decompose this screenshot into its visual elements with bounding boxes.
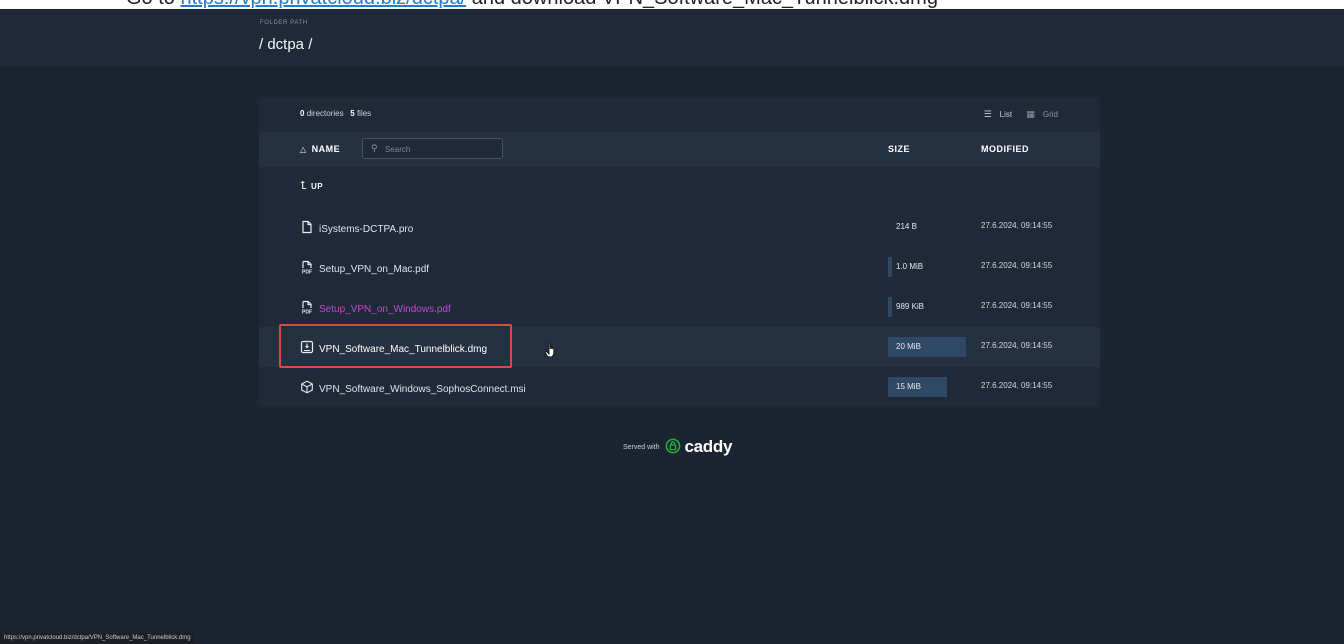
file-modified: 27.6.2024, 09:14:55	[981, 341, 1053, 350]
instruction-prefix: Go to	[126, 0, 180, 9]
file-modified: 27.6.2024, 09:14:55	[981, 261, 1053, 270]
pdf-icon: PDF	[300, 260, 316, 274]
size-text: 214 B	[896, 222, 917, 231]
status-bar-url: https://vpn.privatcloud.biz/dctpa/VPN_So…	[0, 633, 195, 644]
instruction-strip: Go to https://vpn.privatcloud.biz/dctpa/…	[0, 0, 1344, 9]
caddy-brand[interactable]: caddy	[684, 437, 732, 456]
grid-view-button[interactable]: ▦ Grid	[1020, 109, 1058, 119]
pdf-icon: PDF	[300, 300, 316, 314]
instruction-link[interactable]: https://vpn.privatcloud.biz/dctpa/	[180, 0, 466, 9]
file-modified: 27.6.2024, 09:14:55	[981, 301, 1053, 310]
instruction-suffix: and download VPN_Software_Mac_Tunnelblic…	[466, 0, 938, 9]
file-name: Setup_VPN_on_Windows.pdf	[319, 304, 451, 315]
page-header: FOLDER PATH / dctpa /	[0, 9, 1344, 67]
table-row[interactable]: PDF Setup_VPN_on_Windows.pdf 989 KiB 27.6.2…	[259, 287, 1100, 327]
grid-icon: ▦	[1026, 109, 1035, 119]
file-icon	[300, 220, 316, 234]
name-column-label: NAME	[311, 144, 341, 154]
folder-path-label: FOLDER PATH	[260, 20, 308, 26]
sort-ascending-icon: △	[300, 145, 307, 154]
folder-path[interactable]: / dctpa /	[259, 36, 312, 53]
dir-label: directories	[306, 109, 344, 118]
size-bar	[888, 297, 892, 317]
modified-column-header[interactable]: MODIFIED	[981, 144, 1029, 154]
file-name: iSystems-DCTPA.pro	[319, 224, 414, 235]
dir-count: 0	[300, 109, 305, 118]
file-size: 15 MiB	[888, 377, 966, 397]
listing-meta: 0 directories 5 files ☰ List ▦ Grid	[259, 97, 1100, 132]
size-bar	[888, 257, 892, 277]
file-name: Setup_VPN_on_Mac.pdf	[319, 264, 430, 275]
file-link[interactable]: VPN_Software_Windows_SophosConnect.msi	[300, 380, 526, 395]
table-row[interactable]: VPN_Software_Windows_SophosConnect.msi 15…	[259, 367, 1100, 407]
size-text: 15 MiB	[896, 382, 921, 391]
grid-view-label: Grid	[1042, 110, 1058, 119]
file-modified: 27.6.2024, 09:14:55	[981, 381, 1053, 390]
file-size: 1.0 MiB	[888, 257, 966, 277]
view-toggle: ☰ List ▦ Grid	[972, 109, 1058, 120]
list-view-button[interactable]: ☰ List	[978, 109, 1013, 119]
list-view-label: List	[999, 110, 1013, 119]
size-text: 989 KiB	[896, 302, 925, 311]
size-text: 20 MiB	[896, 342, 921, 351]
search-icon: ⚲	[371, 143, 378, 153]
up-row[interactable]: ⮤ UP	[259, 167, 1100, 207]
file-label: files	[356, 109, 372, 118]
package-icon	[300, 380, 316, 394]
footer: Served with caddy	[623, 437, 732, 457]
served-with-text: Served with	[623, 444, 660, 451]
up-label: UP	[311, 182, 324, 191]
search-box[interactable]: ⚲	[362, 138, 503, 159]
file-modified: 27.6.2024, 09:14:55	[981, 221, 1053, 230]
file-name: VPN_Software_Windows_SophosConnect.msi	[319, 384, 526, 395]
file-size: 989 KiB	[888, 297, 966, 317]
highlight-box	[279, 324, 512, 368]
search-input[interactable]	[383, 141, 497, 158]
up-arrow-icon: ⮤	[300, 180, 307, 192]
table-row[interactable]: iSystems-DCTPA.pro 214 B 27.6.2024, 09:14:…	[259, 207, 1100, 247]
name-column-header[interactable]: △ NAME	[300, 144, 340, 154]
up-link[interactable]: ⮤ UP	[300, 180, 323, 193]
caddy-logo-icon[interactable]	[665, 438, 681, 454]
listing-counts: 0 directories 5 files	[300, 109, 371, 118]
file-count: 5	[350, 109, 355, 118]
size-column-header[interactable]: SIZE	[888, 144, 910, 154]
table-row[interactable]: PDF Setup_VPN_on_Mac.pdf 1.0 MiB 27.6.2024,…	[259, 247, 1100, 287]
size-text: 1.0 MiB	[896, 262, 924, 271]
file-link[interactable]: PDF Setup_VPN_on_Windows.pdf	[300, 300, 451, 315]
hand-cursor-icon	[545, 342, 555, 358]
file-size: 20 MiB	[888, 337, 966, 357]
file-link[interactable]: PDF Setup_VPN_on_Mac.pdf	[300, 260, 429, 275]
list-icon: ☰	[983, 109, 992, 119]
file-link[interactable]: iSystems-DCTPA.pro	[300, 220, 413, 235]
svg-text:PDF: PDF	[302, 309, 312, 314]
table-header: △ NAME ⚲ SIZE MODIFIED	[259, 132, 1100, 167]
svg-text:PDF: PDF	[302, 269, 312, 274]
file-size: 214 B	[888, 217, 966, 237]
